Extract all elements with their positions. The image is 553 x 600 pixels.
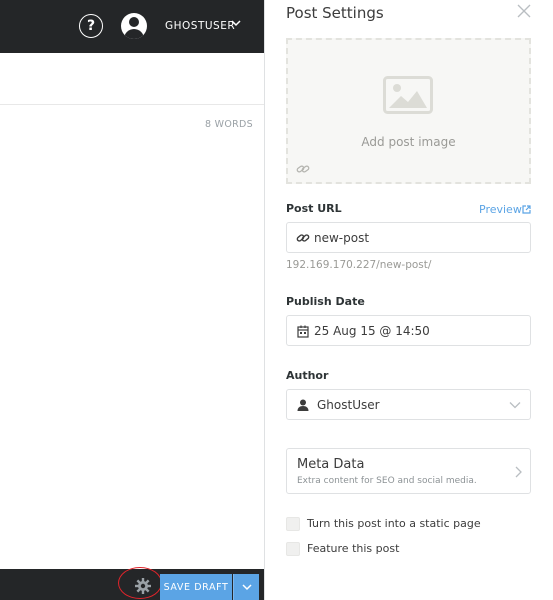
- chevron-down-icon: [241, 584, 252, 591]
- author-value: GhostUser: [317, 398, 380, 412]
- chevron-right-icon: [515, 466, 522, 478]
- meta-data-button[interactable]: Meta Data Extra content for SEO and soci…: [286, 448, 531, 494]
- add-post-image-label[interactable]: Add post image: [286, 135, 531, 149]
- post-url-input[interactable]: new-post: [286, 222, 531, 253]
- external-link-icon[interactable]: [522, 205, 531, 214]
- author-label: Author: [286, 369, 329, 382]
- avatar-head: [129, 17, 139, 27]
- user-icon: [297, 399, 309, 411]
- save-options-button[interactable]: [233, 574, 259, 600]
- meta-data-subtitle: Extra content for SEO and social media.: [297, 476, 477, 486]
- close-icon[interactable]: [516, 3, 532, 19]
- title-divider: [0, 104, 265, 105]
- calendar-icon: [297, 325, 309, 338]
- publish-date-label: Publish Date: [286, 295, 365, 308]
- chevron-down-icon: [509, 402, 521, 409]
- feature-post-label[interactable]: Feature this post: [307, 542, 399, 555]
- save-draft-button[interactable]: SAVE DRAFT: [160, 574, 232, 600]
- post-url-value: new-post: [314, 231, 370, 245]
- publish-date-input[interactable]: 25 Aug 15 @ 14:50: [286, 315, 531, 346]
- avatar-body: [124, 29, 144, 39]
- post-url-label: Post URL: [286, 202, 342, 215]
- author-select[interactable]: GhostUser: [286, 389, 531, 420]
- avatar[interactable]: [121, 13, 147, 39]
- link-icon: [296, 234, 310, 242]
- highlight-annotation: [118, 567, 162, 599]
- word-count: 8 WORDS: [205, 119, 253, 130]
- publish-date-value: 25 Aug 15 @ 14:50: [314, 324, 430, 338]
- panel-title: Post Settings: [286, 4, 384, 22]
- static-page-label[interactable]: Turn this post into a static page: [307, 517, 481, 530]
- chevron-down-icon[interactable]: [230, 18, 242, 28]
- static-page-checkbox[interactable]: [286, 517, 300, 531]
- help-button[interactable]: ?: [79, 14, 103, 38]
- post-url-hint: 192.169.170.227/new-post/: [286, 259, 432, 271]
- user-menu-name[interactable]: GHOSTUSER: [165, 20, 235, 32]
- meta-data-title: Meta Data: [297, 457, 365, 472]
- link-icon[interactable]: [296, 163, 310, 175]
- preview-link[interactable]: Preview: [479, 203, 522, 216]
- image-icon: [383, 76, 433, 114]
- feature-post-checkbox[interactable]: [286, 542, 300, 556]
